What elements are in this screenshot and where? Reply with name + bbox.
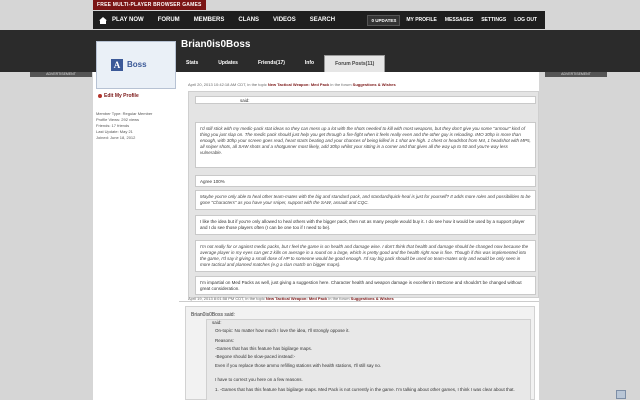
- home-icon[interactable]: [99, 16, 107, 24]
- post2-topic-link[interactable]: New Tactical Weapon: Med Pack: [266, 296, 327, 301]
- post2-meta-prefix: April 19, 2013 8:01:58 PM CDT, in the to…: [188, 296, 265, 301]
- updates-badge[interactable]: 0 UPDATES: [367, 14, 401, 26]
- post1-block-6: I'm impartial on Med Packs as well, just…: [195, 276, 536, 295]
- site-banner[interactable]: FREE MULTI-PLAYER BROWSER GAMES: [93, 0, 206, 10]
- post2-user-said: Brian0is0Boss said:: [191, 312, 235, 318]
- tab-info[interactable]: Info: [295, 55, 324, 72]
- nav-messages[interactable]: MESSAGES: [445, 17, 473, 23]
- post1-block-2: Agree 100%: [195, 175, 536, 187]
- post2-inner-quote: said: On-topic: No matter how much I lov…: [206, 319, 531, 400]
- post2-quote: Brian0is0Boss said: said: On-topic: No m…: [185, 306, 535, 400]
- scroll-to-top-icon[interactable]: [616, 390, 626, 399]
- stat-last-update: Last Update: May 21: [96, 129, 133, 134]
- post1-quote: said: I'd still stick with my medic-pack…: [188, 91, 539, 298]
- forum-posts-panel: April 20, 2013 10:42:18 AM CDT, in the t…: [179, 72, 539, 400]
- edit-profile-link[interactable]: Edit My Profile: [98, 93, 139, 99]
- nav-forum[interactable]: FORUM: [158, 17, 180, 23]
- edit-icon: [98, 94, 102, 98]
- nav-my-profile[interactable]: MY PROFILE: [406, 17, 436, 23]
- tab-updates[interactable]: Updates: [208, 55, 248, 72]
- nav-user-menu: 0 UPDATES MY PROFILE MESSAGES SETTINGS L…: [367, 14, 545, 26]
- post2-line-2: Reasons:: [215, 338, 235, 343]
- post1-forum-prefix: in the forum: [330, 82, 352, 87]
- profile-tabs: Stats Updates Friends(17) Info Forum Pos…: [176, 55, 386, 72]
- edit-profile-label: Edit My Profile: [104, 93, 139, 99]
- profile-sidebar: Edit My Profile Member Type: Regular Mem…: [93, 72, 179, 400]
- post2-line-6: I have to correct you here on a few reas…: [215, 377, 303, 382]
- nav-search[interactable]: SEARCH: [310, 17, 335, 23]
- nav-videos[interactable]: VIDEOS: [273, 17, 296, 23]
- post2-forum-link[interactable]: Suggestions & Wishes: [351, 296, 394, 301]
- left-advertisement-label: ADVERTISEMENT: [30, 72, 92, 77]
- avatar-name: Boss: [127, 60, 147, 69]
- profile-username: Brian0is0Boss: [181, 39, 251, 50]
- avatar-logo: A: [111, 59, 123, 71]
- post2-meta: April 19, 2013 8:01:58 PM CDT, in the to…: [188, 296, 394, 301]
- stat-joined: Joined: June 18, 2012: [96, 135, 136, 140]
- post2-line-1: On-topic: No matter how much I love the …: [215, 328, 350, 333]
- tab-forum-posts[interactable]: Forum Posts(11): [324, 55, 386, 72]
- stat-friends: Friends: 17 friends: [96, 123, 130, 128]
- post1-block-4: I like the idea but if you're only allow…: [195, 215, 536, 235]
- avatar[interactable]: A Boss: [96, 41, 176, 89]
- nav-settings[interactable]: SETTINGS: [481, 17, 506, 23]
- post2-said: said:: [212, 320, 222, 325]
- stat-profile-views: Profile Views: 292 views: [96, 117, 140, 122]
- tab-stats[interactable]: Stats: [176, 55, 208, 72]
- nav-members[interactable]: MEMBERS: [194, 17, 225, 23]
- nav-log-out[interactable]: LOG OUT: [514, 17, 537, 23]
- post1-meta: April 20, 2013 10:42:18 AM CDT, in the t…: [188, 82, 396, 87]
- post-divider: [179, 301, 539, 302]
- post1-said: said:: [195, 96, 536, 104]
- nav-play-now[interactable]: PLAY NOW: [112, 17, 144, 23]
- nav-clans[interactable]: CLANS: [238, 17, 259, 23]
- post1-meta-prefix: April 20, 2013 10:42:18 AM CDT, in the t…: [188, 82, 267, 87]
- post1-block-5: I'm not really for or against medic pack…: [195, 240, 536, 272]
- post2-forum-prefix: in the forum: [328, 296, 350, 301]
- post2-line-3: -Games that has this feature has bigilar…: [215, 346, 313, 351]
- post2-line-4: -Begone should be slow-paced instead:-: [215, 354, 296, 359]
- post2-line-5: Even if you replace those ammo refilling…: [215, 363, 382, 368]
- post1-forum-link[interactable]: Suggestions & Wishes: [353, 82, 396, 87]
- post1-block-3: Maybe you're only able to heal other tea…: [195, 190, 536, 210]
- post1-block-1: I'd still stick with my medic-pack stat …: [195, 122, 536, 168]
- tab-friends[interactable]: Friends(17): [248, 55, 295, 72]
- post2-line-7: 1. -Games that has this feature has bigi…: [215, 387, 515, 392]
- right-advertisement-label: ADVERTISEMENT: [545, 72, 607, 77]
- post1-topic-link[interactable]: New Tactical Weapon: Med Pack: [268, 82, 329, 87]
- stat-member-type: Member Type: Regular Member: [96, 111, 153, 116]
- main-navbar: PLAY NOW FORUM MEMBERS CLANS VIDEOS SEAR…: [93, 11, 545, 29]
